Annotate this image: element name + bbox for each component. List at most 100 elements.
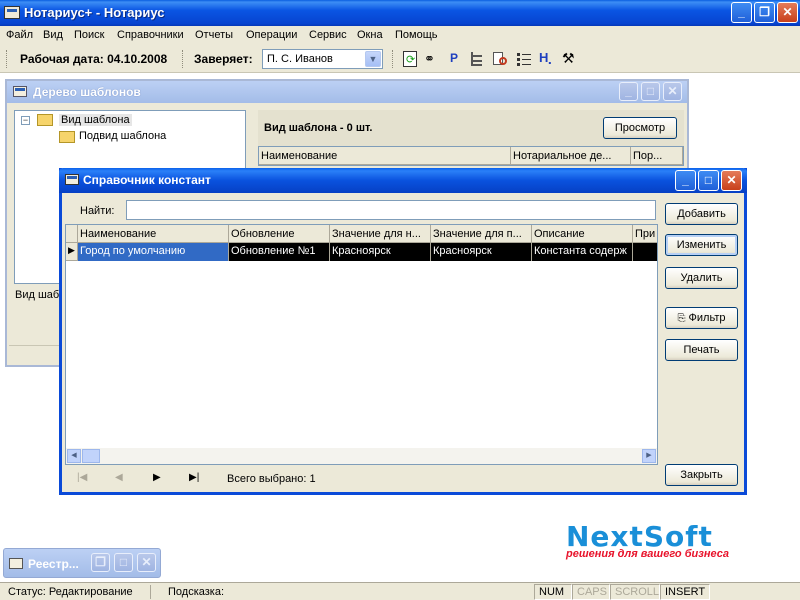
menu-reports[interactable]: Отчеты xyxy=(195,29,233,41)
tree-item-child[interactable]: Подвид шаблона xyxy=(79,130,166,142)
table-row[interactable]: ▶ Город по умолчанию Обновление №1 Красн… xyxy=(66,243,657,261)
last-record-icon[interactable]: ▶| xyxy=(189,472,199,483)
column-header[interactable]: Описание xyxy=(532,225,633,243)
list-icon[interactable] xyxy=(516,51,532,67)
restore-button[interactable]: ❐ xyxy=(91,553,110,572)
restore-button[interactable]: ❐ xyxy=(754,2,775,23)
filter-icon: ⎘ xyxy=(677,313,686,324)
template-count: Вид шаблона - 0 шт. xyxy=(264,122,373,134)
tree-icon[interactable] xyxy=(469,51,483,67)
menu-help[interactable]: Помощь xyxy=(395,29,438,41)
maximize-icon: □ xyxy=(119,555,128,569)
column-header[interactable]: Пор... xyxy=(631,147,683,165)
template-grid[interactable]: Наименование Нотариальное де... Пор... xyxy=(258,146,684,166)
status-text: Статус: Редактирование xyxy=(8,586,133,598)
maximize-icon: □ xyxy=(704,173,713,187)
toolbar-grip[interactable] xyxy=(392,50,395,68)
tree-item-root[interactable]: Вид шаблона xyxy=(59,114,132,126)
filter-button[interactable]: ⎘ Фильтр xyxy=(665,307,738,329)
table-cell[interactable]: Обновление №1 xyxy=(229,243,330,261)
view-button[interactable]: Просмотр xyxy=(603,117,677,139)
edit-button[interactable]: Изменить xyxy=(665,234,738,256)
work-date-label: Рабочая дата: 04.10.2008 xyxy=(20,52,168,66)
close-icon: ✕ xyxy=(667,84,678,98)
close-icon: ✕ xyxy=(141,555,152,569)
p-icon[interactable]: P xyxy=(450,51,458,65)
window-icon xyxy=(9,558,23,569)
minimize-button[interactable]: _ xyxy=(731,2,752,23)
column-header[interactable]: Обновление xyxy=(229,225,330,243)
close-icon: ✕ xyxy=(782,5,793,19)
tree-minimize-button[interactable]: _ xyxy=(619,82,638,101)
certifies-select[interactable]: П. С. Иванов ▼ xyxy=(262,49,383,69)
tree-maximize-button[interactable]: □ xyxy=(641,82,660,101)
constants-window-title: Справочник констант xyxy=(83,173,211,187)
column-header[interactable]: Значение для н... xyxy=(330,225,431,243)
collapse-icon[interactable]: − xyxy=(21,116,30,125)
horizontal-scrollbar[interactable]: ◀ ▶ xyxy=(66,448,657,464)
constants-maximize-button[interactable]: □ xyxy=(698,170,719,191)
h-glyph: H xyxy=(539,50,549,65)
menu-file[interactable]: Файл xyxy=(6,29,33,41)
menu-operations[interactable]: Операции xyxy=(246,29,297,41)
minimize-icon: _ xyxy=(625,84,632,98)
refresh-icon[interactable]: ⟳ xyxy=(403,51,417,67)
restore-icon: ❐ xyxy=(759,5,770,19)
app-titlebar[interactable]: Нотариус+ - Нотариус _ ❐ ✕ xyxy=(0,0,800,26)
prev-record-icon[interactable]: ◀ xyxy=(115,472,123,483)
minimize-icon: _ xyxy=(738,5,745,19)
table-cell[interactable]: Константа содерж xyxy=(532,243,633,261)
close-window-button[interactable]: Закрыть xyxy=(665,464,738,486)
table-cell[interactable]: Красноярск xyxy=(330,243,431,261)
tree-bottom-label: Вид шаб xyxy=(15,289,60,301)
maximize-button[interactable]: □ xyxy=(114,553,133,572)
scroll-thumb[interactable] xyxy=(82,449,100,463)
column-header[interactable]: Наименование xyxy=(259,147,511,165)
row-pointer-icon: ▶ xyxy=(66,243,78,261)
column-header[interactable]: Значение для п... xyxy=(431,225,532,243)
h-icon[interactable]: H▪ xyxy=(539,50,551,68)
add-button[interactable]: Добавить xyxy=(665,203,738,225)
close-button[interactable]: ✕ xyxy=(777,2,798,23)
close-button[interactable]: ✕ xyxy=(137,553,156,572)
table-cell[interactable]: Красноярск xyxy=(431,243,532,261)
constants-grid[interactable]: Наименование Обновление Значение для н..… xyxy=(65,224,658,465)
window-icon xyxy=(13,86,27,97)
chevron-down-icon[interactable]: ▼ xyxy=(365,51,381,67)
folder-open-icon xyxy=(37,114,53,126)
menu-references[interactable]: Справочники xyxy=(117,29,184,41)
tools-icon[interactable]: ⚒ xyxy=(562,50,575,67)
scroll-right-icon[interactable]: ▶ xyxy=(642,449,656,463)
num-indicator: NUM xyxy=(534,584,572,600)
menu-service[interactable]: Сервис xyxy=(309,29,347,41)
search-input[interactable] xyxy=(126,200,656,220)
status-bar: Статус: Редактирование Подсказка: NUM CA… xyxy=(0,582,800,600)
first-record-icon[interactable]: |◀ xyxy=(77,472,87,483)
column-header[interactable]: Наименование xyxy=(78,225,229,243)
table-cell[interactable]: Город по умолчанию xyxy=(78,243,229,261)
delete-button[interactable]: Удалить xyxy=(665,267,738,289)
minimized-registry-window[interactable]: Реестр... ❐ □ ✕ xyxy=(3,548,161,578)
menu-windows[interactable]: Окна xyxy=(357,29,383,41)
next-record-icon[interactable]: ▶ xyxy=(153,472,161,483)
constants-window[interactable]: Справочник констант _ □ ✕ Найти: Наимено… xyxy=(59,168,747,495)
column-header[interactable]: При xyxy=(633,225,657,243)
tree-window-titlebar[interactable]: Дерево шаблонов _ □ ✕ xyxy=(7,81,687,103)
column-header[interactable]: Нотариальное де... xyxy=(511,147,631,165)
menu-view[interactable]: Вид xyxy=(43,29,63,41)
constants-window-titlebar[interactable]: Справочник констант _ □ ✕ xyxy=(59,168,747,193)
binoculars-icon[interactable]: ⚭ xyxy=(424,51,435,67)
constants-close-button[interactable]: ✕ xyxy=(721,170,742,191)
menu-search[interactable]: Поиск xyxy=(74,29,104,41)
print-button[interactable]: Печать xyxy=(665,339,738,361)
toolbar-grip[interactable] xyxy=(182,50,185,68)
scroll-left-icon[interactable]: ◀ xyxy=(67,449,81,463)
table-cell[interactable] xyxy=(633,243,657,261)
window-icon xyxy=(65,174,79,185)
constants-minimize-button[interactable]: _ xyxy=(675,170,696,191)
tree-close-button[interactable]: ✕ xyxy=(663,82,682,101)
toolbar-grip[interactable] xyxy=(6,50,9,68)
search-doc-icon[interactable] xyxy=(492,51,508,67)
maximize-icon: □ xyxy=(646,84,655,98)
caps-indicator: CAPS xyxy=(572,584,610,600)
